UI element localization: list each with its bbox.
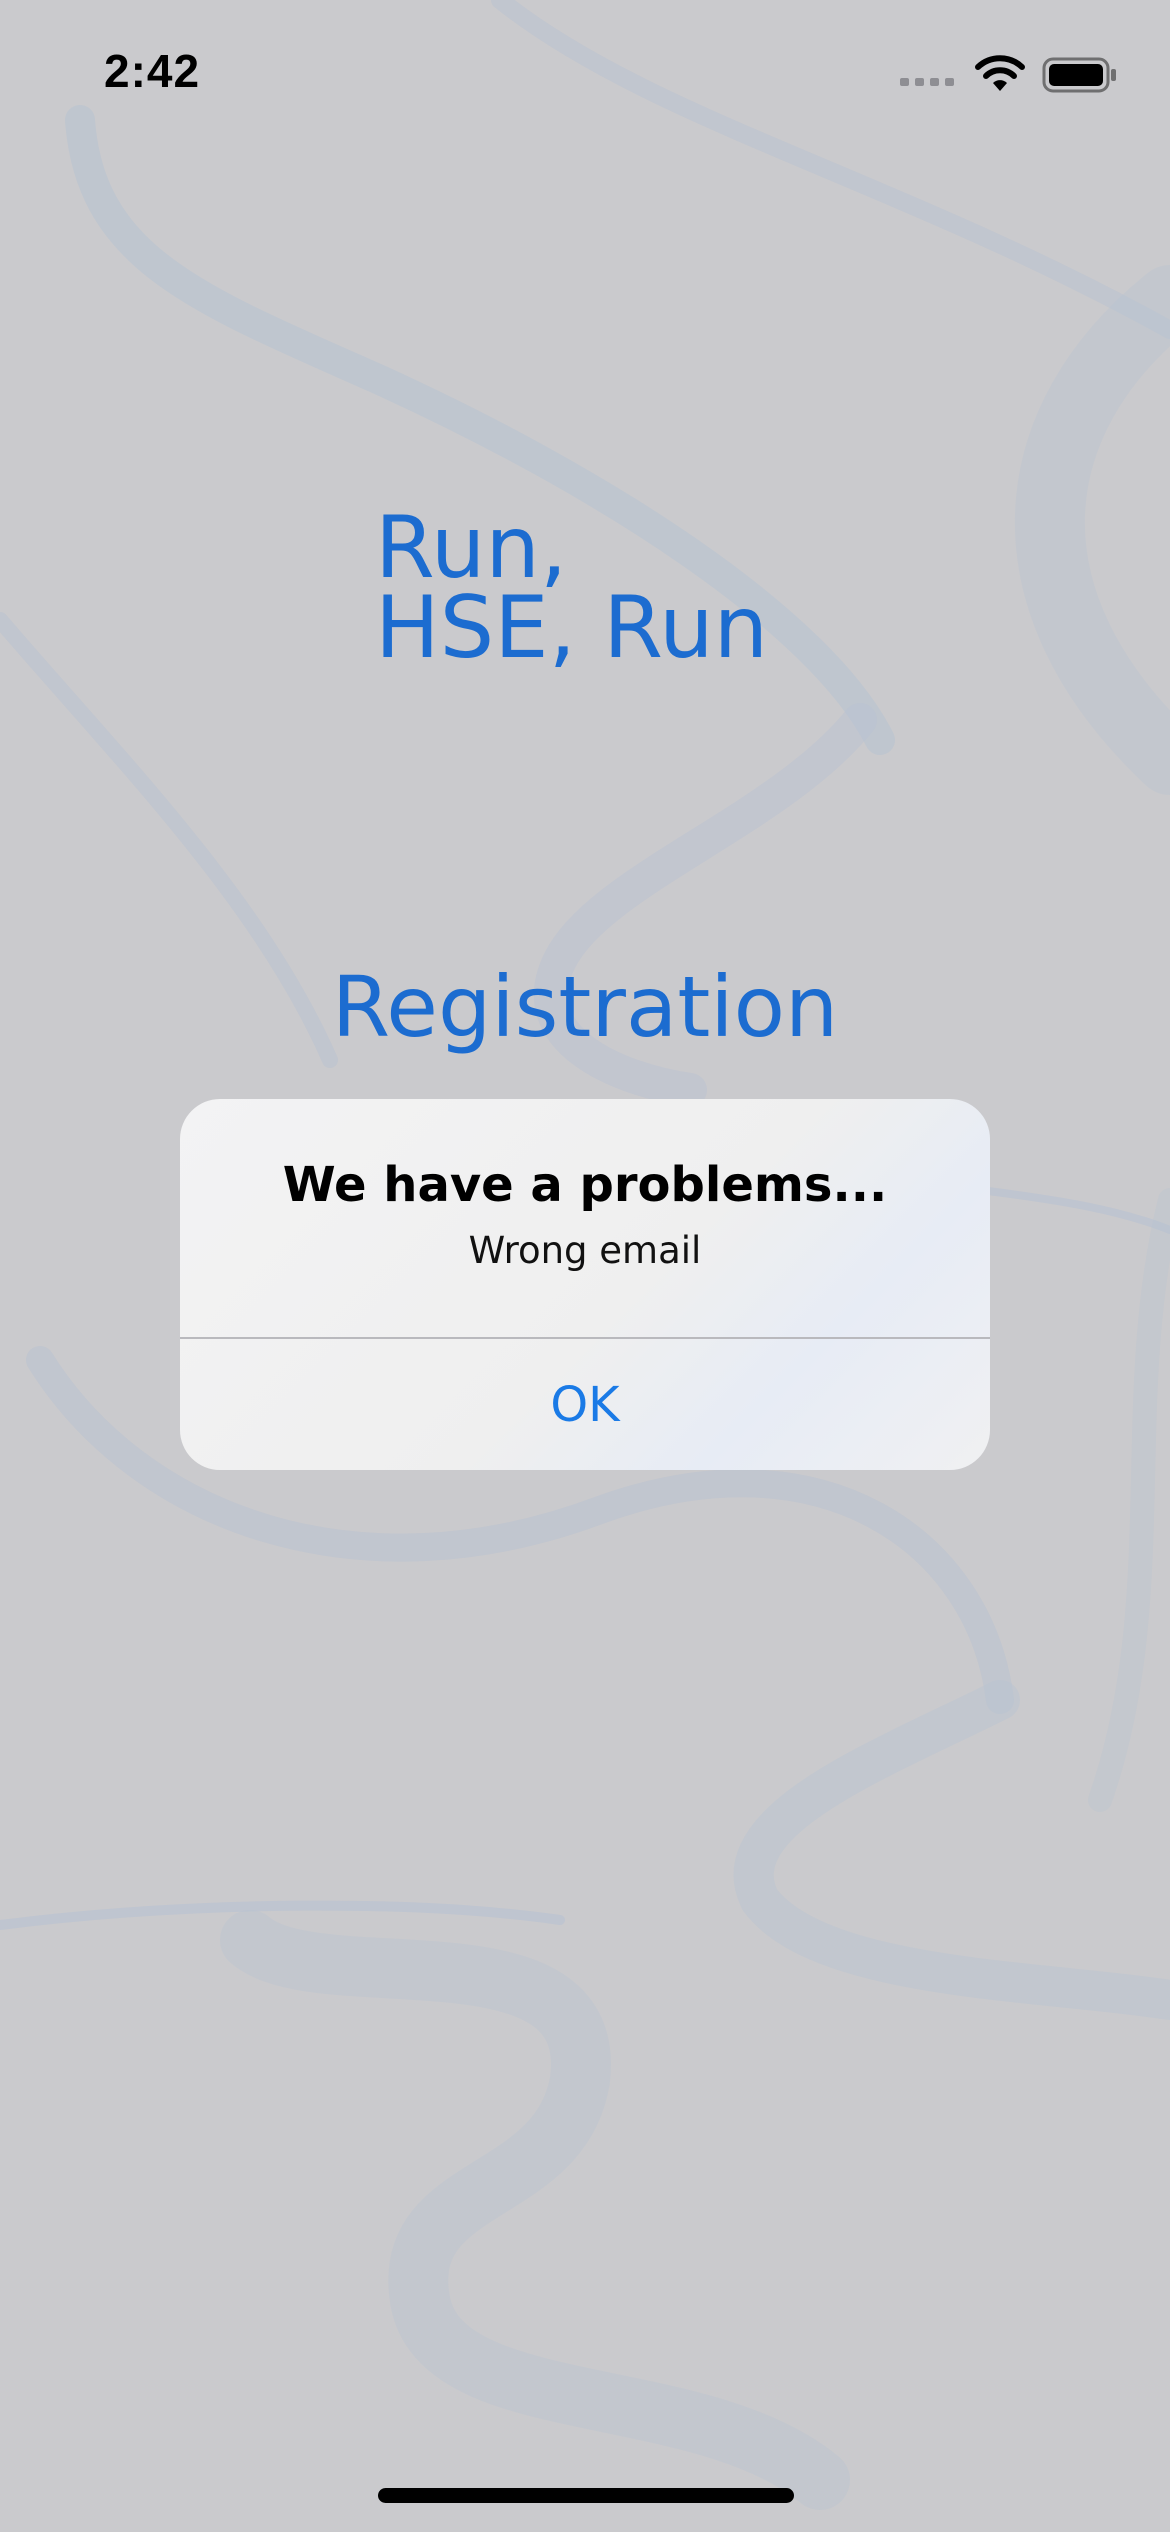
app-title-line-1: Run, [375, 498, 568, 598]
status-bar: 2:42 [0, 0, 1170, 150]
app-title: Run, HSE, Run [375, 498, 769, 678]
app-title-line-2: HSE, Run [375, 578, 769, 678]
alert-title: We have a problems... [282, 1157, 888, 1213]
battery-icon [1042, 57, 1116, 93]
registration-heading: Registration [331, 958, 839, 1056]
status-time: 2:42 [104, 45, 201, 97]
alert-dialog: We have a problems... Wrong email OK [180, 1099, 990, 1470]
status-icons [898, 50, 1118, 100]
home-indicator[interactable] [378, 2488, 794, 2503]
alert-message: Wrong email [468, 1229, 702, 1272]
wifi-icon [975, 55, 1025, 91]
cellular-signal-icon [900, 78, 954, 86]
ok-button[interactable]: OK [180, 1339, 990, 1470]
